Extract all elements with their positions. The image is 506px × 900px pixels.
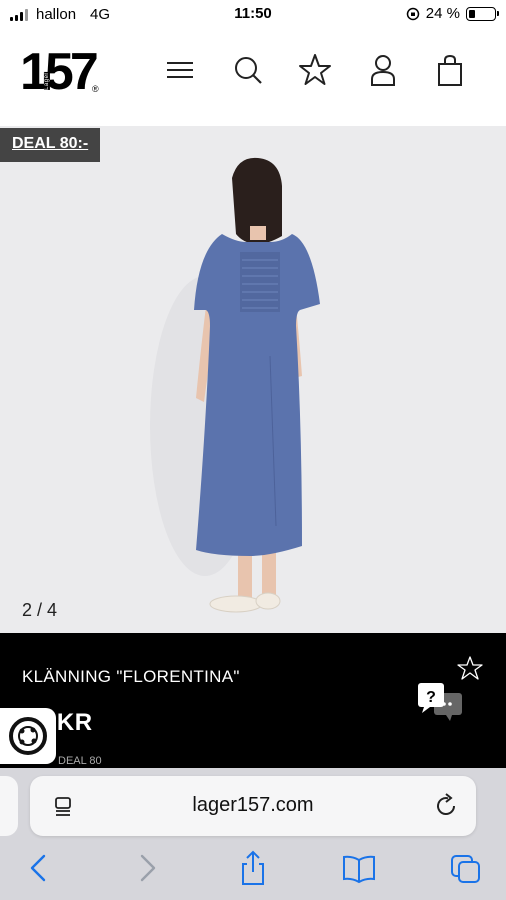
- star-icon[interactable]: [298, 52, 332, 88]
- image-counter: 2 / 4: [22, 600, 58, 620]
- screen: hallon 4G 11:50 24 % 157 Lager ® DEAL 80…: [0, 0, 506, 900]
- logo[interactable]: 157 Lager ®: [20, 44, 106, 100]
- svg-text:?: ?: [426, 689, 436, 706]
- url-text: lager157.com: [192, 794, 314, 816]
- bookmarks-icon[interactable]: [342, 850, 376, 886]
- status-right: 24 %: [406, 5, 499, 22]
- product-image[interactable]: DEAL 80:- 2 / 4: [0, 126, 506, 633]
- logo-small-text: Lager: [43, 72, 50, 90]
- product-name: KLÄNNING "FLORENTINA": [22, 667, 240, 686]
- battery-percent: 24 %: [425, 5, 460, 22]
- battery-icon: [466, 6, 499, 21]
- battery-fill: [469, 9, 475, 18]
- bag-icon[interactable]: [433, 52, 467, 88]
- site-header: 157 Lager ®: [0, 30, 506, 126]
- search-icon[interactable]: [231, 52, 265, 88]
- logo-registered: ®: [92, 84, 99, 94]
- reload-icon[interactable]: [432, 792, 460, 820]
- product-deal-line: DEAL 80: [58, 755, 102, 767]
- wishlist-star-icon[interactable]: [456, 655, 484, 681]
- tabs-icon[interactable]: [449, 850, 483, 886]
- forward-icon[interactable]: [130, 850, 164, 886]
- address-bar[interactable]: lager157.com: [30, 776, 476, 836]
- chat-help-icon[interactable]: ?: [416, 681, 466, 723]
- orientation-lock-icon: [406, 7, 420, 20]
- cookie-settings-button[interactable]: [0, 708, 56, 764]
- back-icon[interactable]: [22, 850, 56, 886]
- share-icon[interactable]: [236, 850, 270, 886]
- previous-tab-peek[interactable]: [0, 776, 18, 836]
- menu-icon[interactable]: [163, 52, 197, 88]
- status-bar: hallon 4G 11:50 24 %: [0, 0, 506, 30]
- user-icon[interactable]: [366, 52, 400, 88]
- dress-photo: [150, 157, 320, 613]
- browser-chrome: lager157.com: [0, 768, 506, 900]
- cookie-icon: [9, 717, 47, 755]
- product-info: KLÄNNING "FLORENTINA" 50 KR DEAL 80 ?: [0, 633, 506, 768]
- deal-badge[interactable]: DEAL 80:-: [0, 128, 101, 162]
